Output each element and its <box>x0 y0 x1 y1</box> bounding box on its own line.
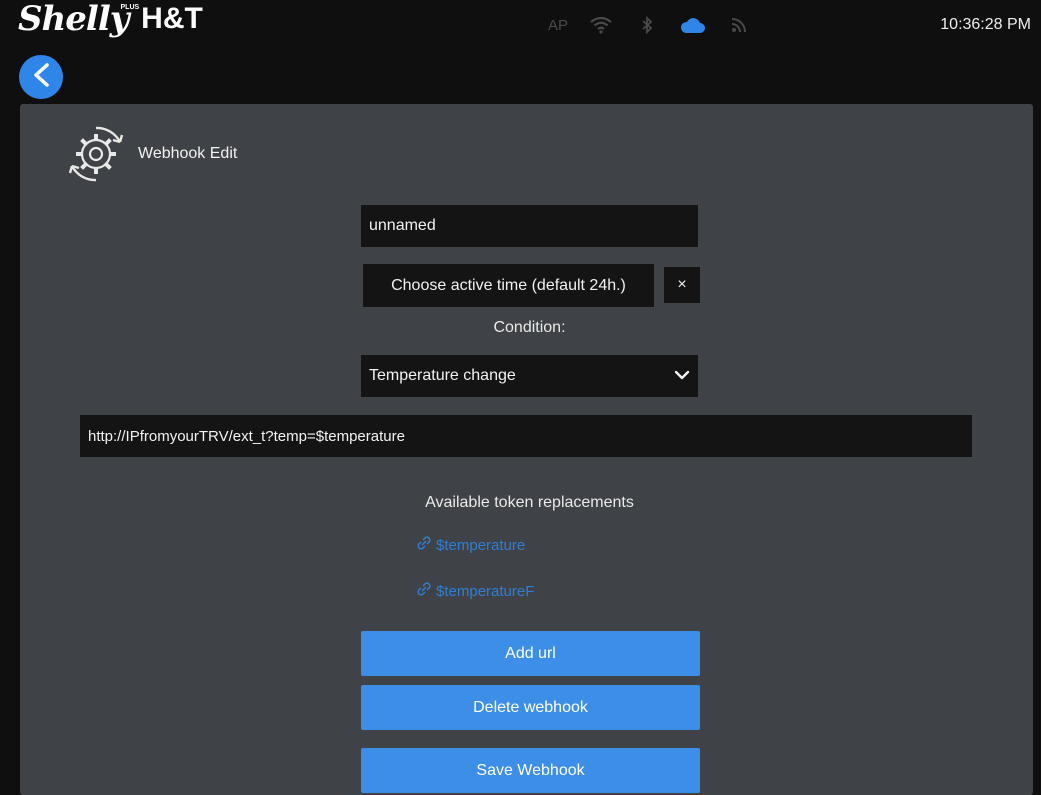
tokens-heading: Available token replacements <box>425 494 634 511</box>
active-time-label: Choose active time (default 24h.) <box>391 276 626 294</box>
cloud-icon <box>680 13 706 37</box>
add-url-button[interactable]: Add url <box>361 631 700 676</box>
logo-plus-text: PLUS <box>120 4 140 11</box>
back-button[interactable] <box>19 55 63 99</box>
page-title: Webhook Edit <box>138 145 238 162</box>
delete-webhook-button[interactable]: Delete webhook <box>361 685 700 730</box>
condition-label: Condition: <box>493 319 566 336</box>
logo-script-text: Shelly <box>18 0 129 39</box>
shelly-logo: Shelly PLUS H&T <box>18 0 203 40</box>
token-link-temperaturef[interactable]: $temperatureF <box>416 582 534 600</box>
ap-status: AP <box>548 16 569 34</box>
url-value: http://IPfromyourTRV/ext_t?temp=$tempera… <box>88 427 405 445</box>
save-webhook-button[interactable]: Save Webhook <box>361 748 700 793</box>
chevron-down-icon <box>674 367 690 385</box>
token-link-temperature[interactable]: $temperature <box>416 536 525 554</box>
condition-select[interactable]: Temperature change <box>361 355 698 397</box>
clear-time-button[interactable]: × <box>664 267 700 303</box>
wifi-icon <box>588 13 614 37</box>
gear-icon <box>66 124 126 184</box>
panel-header: Webhook Edit <box>66 124 237 184</box>
active-time-button[interactable]: Choose active time (default 24h.) <box>363 264 654 307</box>
webhook-name-input[interactable]: unnamed <box>361 205 698 247</box>
token-label: $temperature <box>436 536 526 554</box>
bluetooth-icon <box>634 13 660 37</box>
token-label: $temperatureF <box>436 582 535 600</box>
logo-model-text: H&T <box>141 2 203 35</box>
rss-icon <box>726 13 752 37</box>
close-icon: × <box>677 276 687 293</box>
webhook-edit-panel: Webhook Edit unnamed Choose active time … <box>20 104 1033 795</box>
back-arrow-icon <box>30 62 52 93</box>
webhook-name-value: unnamed <box>369 217 436 234</box>
clock: 10:36:28 PM <box>940 16 1031 33</box>
url-input[interactable]: http://IPfromyourTRV/ext_t?temp=$tempera… <box>80 415 972 457</box>
status-bar: AP <box>548 12 752 38</box>
link-icon <box>416 536 432 554</box>
link-icon <box>416 582 432 600</box>
condition-selected-value: Temperature change <box>369 367 516 384</box>
